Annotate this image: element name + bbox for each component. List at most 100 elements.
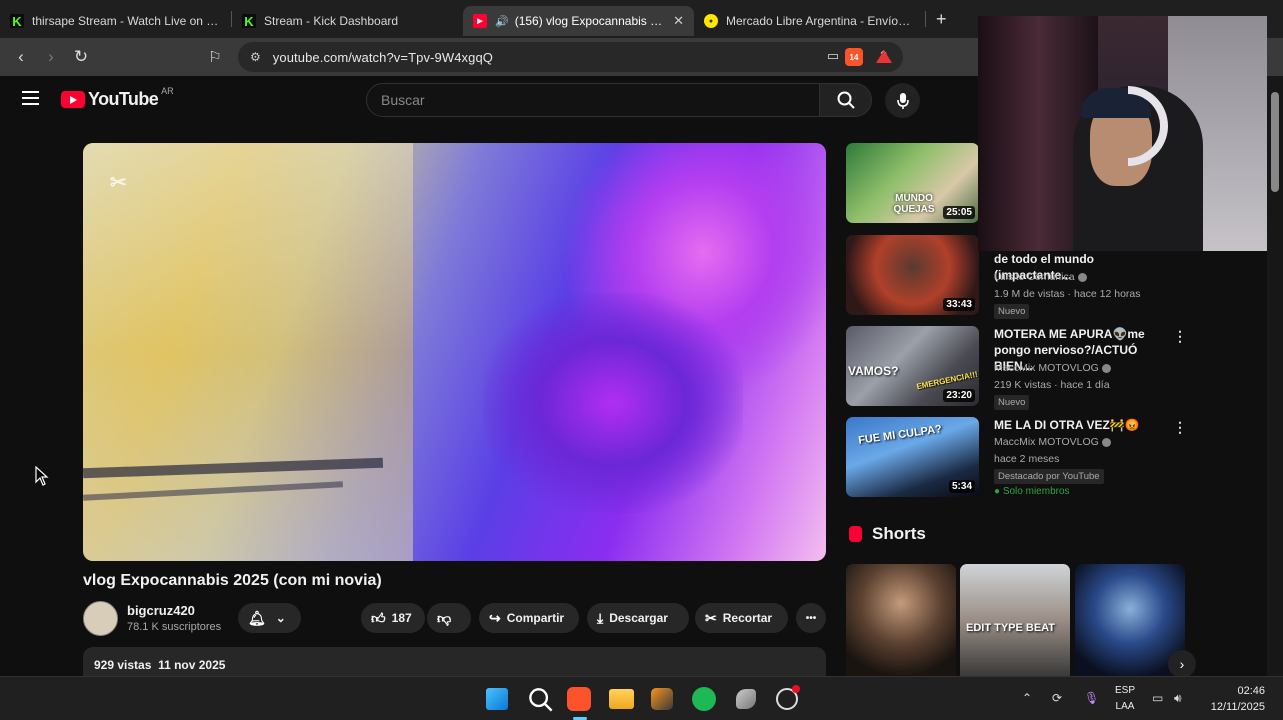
- thumbs-down-icon: 👎︎: [437, 609, 452, 626]
- app-icon[interactable]: [736, 689, 756, 709]
- like-button[interactable]: 👍︎ 187: [361, 603, 425, 633]
- video-title[interactable]: ME LA DI OTRA VEZ🚧😡: [994, 417, 1166, 433]
- thumbnail-caption: FUE MI CULPA?: [857, 423, 943, 447]
- shield-count: 14: [849, 52, 859, 62]
- microphone-icon[interactable]: 🎙︎: [1084, 691, 1099, 705]
- shorts-heading: Shorts: [849, 524, 926, 544]
- more-options-icon[interactable]: ⋮: [1173, 328, 1187, 345]
- download-button[interactable]: ⤓ Descargar: [587, 603, 689, 633]
- youtube-logo[interactable]: YouTube AR: [61, 85, 174, 110]
- search-icon: [837, 91, 855, 109]
- tab-title: (156) vlog Expocannabis 2025: [514, 14, 668, 28]
- short-caption: EDIT TYPE BEAT: [966, 622, 1056, 634]
- country-code: AR: [161, 85, 174, 96]
- short-thumbnail[interactable]: [846, 564, 956, 676]
- voice-search-button[interactable]: [885, 83, 920, 118]
- subscriber-count: 78.1 K suscriptores: [127, 621, 222, 633]
- share-label: Compartir: [506, 611, 565, 625]
- address-bar[interactable]: ⚙ youtube.com/watch?v=Tpv-9W4xgqQ ▭ ⊖ ⇪: [238, 42, 903, 72]
- brave-browser-icon[interactable]: [567, 687, 591, 711]
- video-thumbnail[interactable]: MUNDO QUEJAS 25:05: [846, 143, 979, 223]
- video-thumbnail[interactable]: VAMOS? EMERGENCIA!!! 23:20: [846, 326, 979, 406]
- recommendation-item[interactable]: VAMOS? EMERGENCIA!!! 23:20 MOTERA ME APU…: [846, 326, 1187, 410]
- kick-icon: K: [242, 14, 256, 29]
- more-options-icon[interactable]: ⋮: [1173, 419, 1187, 436]
- forward-icon[interactable]: ›: [36, 47, 66, 67]
- clock-time: 02:46: [1237, 685, 1265, 697]
- channel-label: MaccMix MOTOVLOG: [994, 436, 1099, 448]
- menu-icon[interactable]: [22, 91, 39, 109]
- brave-rewards-icon[interactable]: [876, 50, 892, 63]
- channel-name[interactable]: MaccMix MOTOVLOG: [994, 362, 1111, 374]
- brave-shields-icon[interactable]: 14: [845, 48, 863, 66]
- url-text[interactable]: youtube.com/watch?v=Tpv-9W4xgqQ: [273, 50, 493, 65]
- language-indicator[interactable]: ESP LAA: [1110, 683, 1140, 715]
- site-settings-icon[interactable]: ⚙: [250, 50, 261, 64]
- volume-icon[interactable]: 🔊︎: [1174, 691, 1182, 706]
- file-explorer-icon[interactable]: [609, 689, 634, 709]
- bell-icon: 🔔︎: [248, 609, 266, 626]
- tab-youtube-video[interactable]: ▶ 🔊 (156) vlog Expocannabis 2025 ✕: [463, 6, 694, 36]
- video-duration: 5:34: [948, 480, 975, 493]
- video-thumbnail[interactable]: 33:43: [846, 235, 979, 315]
- clip-button[interactable]: ✂ Recortar: [695, 603, 788, 633]
- system-clock[interactable]: 02:46 12/11/2025: [1211, 683, 1265, 715]
- spotify-icon[interactable]: [692, 687, 716, 711]
- new-badge: Nuevo: [994, 395, 1030, 410]
- tab-separator: [925, 11, 926, 27]
- scissors-icon: ✂: [705, 609, 717, 626]
- bookmark-icon[interactable]: ⚐: [200, 48, 230, 66]
- windows-taskbar: ⌃ ⟳ 🎙︎ ESP LAA ▭ 🔊︎ 02:46 12/11/2025: [0, 676, 1283, 720]
- channel-label: MaccMix MOTOVLOG: [994, 362, 1099, 374]
- close-tab-icon[interactable]: ✕: [673, 13, 684, 29]
- short-thumbnail[interactable]: EDIT TYPE BEAT: [960, 564, 1070, 676]
- shorts-icon: [849, 526, 862, 542]
- tab-title: Mercado Libre Argentina - Envíos Gra: [726, 14, 915, 28]
- next-arrow-button[interactable]: ›: [1168, 650, 1196, 678]
- reload-icon[interactable]: ↻: [66, 47, 96, 67]
- chevron-right-icon: ›: [1179, 656, 1185, 672]
- recommendation-item[interactable]: FUE MI CULPA? 5:34 ME LA DI OTRA VEZ🚧😡 ⋮…: [846, 417, 1187, 497]
- scrollbar-thumb[interactable]: [1271, 92, 1279, 192]
- share-icon: ↪: [489, 609, 501, 626]
- search-placeholder: Buscar: [381, 92, 425, 108]
- channel-label: Luisito Comunica: [994, 271, 1075, 283]
- search-input[interactable]: Buscar: [366, 83, 820, 117]
- video-meta: 1.9 M de vistas · hace 12 horas: [994, 288, 1141, 300]
- back-icon[interactable]: ‹: [6, 47, 36, 67]
- view-count: 929 vistas: [94, 658, 152, 672]
- new-tab-button[interactable]: +: [936, 9, 947, 30]
- cast-icon[interactable]: ▭: [827, 48, 839, 64]
- share-button[interactable]: ↪ Compartir: [479, 603, 579, 633]
- page-scrollbar[interactable]: [1267, 76, 1283, 676]
- video-owner-row: bigcruz420 78.1 K suscriptores 🔔︎ ⌄ 👍︎ 1…: [83, 600, 826, 636]
- network-icon[interactable]: ▭: [1152, 691, 1163, 705]
- tab-kick-stream[interactable]: K thirsape Stream - Watch Live on Kick: [0, 6, 231, 36]
- search-icon[interactable]: [528, 687, 554, 713]
- channel-name[interactable]: bigcruz420: [127, 603, 195, 618]
- tab-kick-dashboard[interactable]: K Stream - Kick Dashboard: [232, 6, 463, 36]
- channel-avatar[interactable]: [83, 601, 118, 636]
- more-actions-button[interactable]: •••: [796, 603, 826, 633]
- windows-start-icon[interactable]: [486, 688, 508, 710]
- members-only-label: ● Solo miembros: [994, 486, 1070, 497]
- video-thumbnail[interactable]: FUE MI CULPA? 5:34: [846, 417, 979, 497]
- video-frame-region: [83, 143, 413, 561]
- sync-icon[interactable]: ⟳: [1052, 691, 1062, 705]
- clip-label: Recortar: [722, 611, 773, 625]
- search-button[interactable]: [819, 83, 872, 117]
- tray-expand-icon[interactable]: ⌃: [1022, 691, 1032, 705]
- fl-studio-icon[interactable]: [651, 688, 673, 710]
- video-player[interactable]: ✂: [83, 143, 826, 561]
- mouse-cursor-icon: [35, 466, 49, 486]
- webcam-overlay: [978, 16, 1267, 251]
- dislike-button[interactable]: 👎︎: [427, 603, 471, 633]
- thumbnail-caption: VAMOS?: [848, 364, 899, 378]
- youtube-play-icon: [61, 91, 85, 108]
- channel-name[interactable]: Luisito Comunica: [994, 271, 1087, 283]
- notifications-button[interactable]: 🔔︎ ⌄: [238, 603, 301, 633]
- speaker-icon[interactable]: 🔊: [495, 15, 509, 28]
- tab-mercadolibre[interactable]: ● Mercado Libre Argentina - Envíos Gra: [694, 6, 925, 36]
- video-title: vlog Expocannabis 2025 (con mi novia): [83, 572, 382, 589]
- channel-name[interactable]: MaccMix MOTOVLOG: [994, 436, 1111, 448]
